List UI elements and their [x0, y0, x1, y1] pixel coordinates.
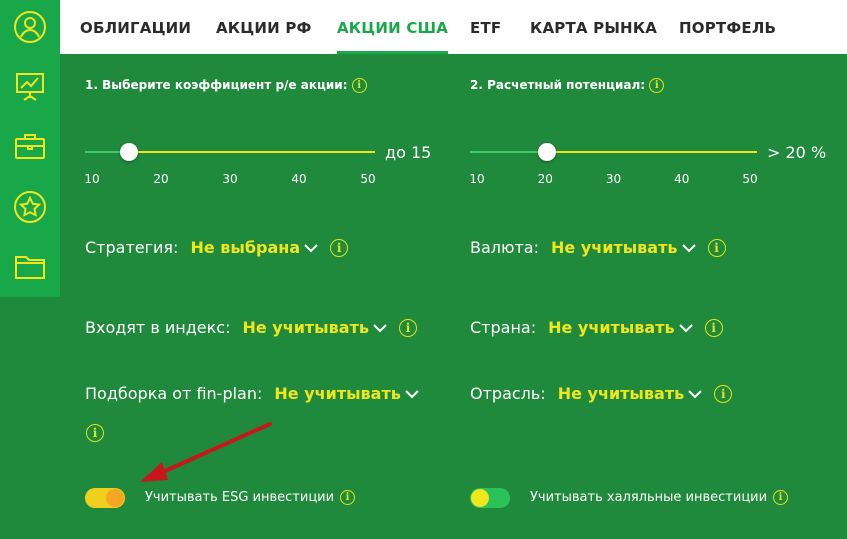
filter-country-dropdown[interactable]: Не учитывать — [548, 318, 675, 337]
tab-market-map[interactable]: КАРТА РЫНКА — [530, 0, 657, 54]
pe-slider-label: 1. Выберите коэффициент p/e акции: i — [85, 78, 367, 93]
chevron-down-icon[interactable] — [373, 323, 387, 333]
info-icon[interactable]: i — [704, 318, 723, 337]
tab-ru-stocks[interactable]: АКЦИИ РФ — [216, 0, 312, 54]
slider-tick-label: 50 — [742, 172, 758, 186]
tab-bonds[interactable]: ОБЛИГАЦИИ — [80, 0, 191, 54]
slider-tick-label: 40 — [291, 172, 307, 186]
chevron-down-icon[interactable] — [678, 323, 693, 333]
filter-strategy-label: Стратегия: — [85, 238, 179, 257]
tab-us-stocks[interactable]: АКЦИИ США — [337, 0, 449, 54]
filter-industry: Отрасль: Не учитывать i — [470, 384, 733, 403]
halal-toggle-text: Учитывать халяльные инвестиции — [530, 490, 768, 505]
filter-currency-label: Валюта: — [470, 238, 539, 257]
slider-tick-label: 40 — [674, 172, 690, 186]
potential-slider-fill — [470, 151, 547, 153]
filter-currency-dropdown[interactable]: Не учитывать — [551, 238, 678, 257]
slider-tick-label: 30 — [605, 172, 622, 186]
chevron-down-icon[interactable] — [304, 243, 318, 253]
slider-tick-label: 30 — [222, 172, 238, 186]
potential-slider-value: > 20 % — [767, 143, 827, 162]
chevron-down-icon[interactable] — [688, 389, 702, 399]
filter-selection: Подборка от fin-plan: Не учитывать — [85, 384, 431, 403]
potential-slider-label-text: 2. Расчетный потенциал: — [470, 78, 646, 92]
tab-etf[interactable]: ETF — [470, 0, 501, 54]
halal-toggle-knob — [471, 489, 489, 507]
briefcase-icon[interactable] — [12, 128, 48, 164]
esg-toggle-text: Учитывать ESG инвестиции — [145, 490, 335, 505]
pe-slider-value: до 15 — [385, 143, 432, 162]
filter-strategy-dropdown[interactable]: Не выбрана — [190, 238, 300, 257]
info-icon[interactable]: i — [707, 238, 726, 257]
annotation-arrow-icon — [140, 422, 272, 482]
filter-country-label: Страна: — [470, 318, 537, 337]
pe-slider-label-text: 1. Выберите коэффициент p/e акции: — [85, 78, 348, 92]
sidebar — [0, 0, 60, 297]
info-icon[interactable]: i — [649, 78, 665, 93]
tab-portfolio[interactable]: ПОРТФЕЛЬ — [679, 0, 776, 54]
slider-tick-label: 20 — [153, 172, 169, 186]
info-icon[interactable]: i — [714, 384, 733, 403]
info-icon[interactable]: i — [86, 424, 104, 442]
info-icon[interactable]: i — [351, 78, 367, 93]
filter-currency: Валюта: Не учитывать i — [470, 238, 726, 257]
user-icon[interactable] — [12, 9, 48, 45]
info-icon[interactable]: i — [773, 490, 789, 505]
slider-tick-label: 10 — [469, 172, 485, 186]
esg-toggle[interactable] — [85, 488, 125, 508]
tab-bar: ОБЛИГАЦИИ АКЦИИ РФ АКЦИИ США ETF КАРТА Р… — [60, 0, 847, 54]
esg-toggle-knob — [106, 489, 124, 507]
filter-industry-label: Отрасль: — [470, 384, 546, 403]
pe-slider-handle[interactable] — [119, 143, 138, 161]
slider-tick-label: 10 — [84, 172, 100, 186]
filter-index: Входят в индекс: Не учитывать i — [85, 318, 417, 337]
halal-toggle[interactable] — [470, 488, 510, 508]
presentation-chart-icon[interactable] — [12, 68, 48, 104]
potential-slider-label: 2. Расчетный потенциал: i — [470, 78, 665, 93]
info-icon[interactable]: i — [330, 238, 349, 257]
chevron-down-icon[interactable] — [681, 243, 696, 253]
info-icon[interactable]: i — [398, 318, 417, 337]
filter-strategy: Стратегия: Не выбрана i — [85, 238, 349, 257]
potential-slider-track[interactable] — [470, 151, 757, 153]
filter-selection-dropdown[interactable]: Не учитывать — [274, 384, 401, 403]
halal-toggle-label: Учитывать халяльные инвестиции i — [530, 490, 789, 505]
slider-tick-label: 20 — [537, 172, 553, 186]
filter-index-dropdown[interactable]: Не учитывать — [242, 318, 369, 337]
esg-toggle-label: Учитывать ESG инвестиции i — [145, 490, 356, 505]
info-icon[interactable]: i — [340, 490, 356, 505]
chevron-down-icon[interactable] — [405, 389, 419, 399]
filter-index-label: Входят в индекс: — [85, 318, 231, 337]
filter-country: Страна: Не учитывать i — [470, 318, 723, 337]
filter-selection-label: Подборка от fin-plan: — [85, 384, 263, 403]
star-icon[interactable] — [12, 189, 48, 225]
slider-tick-label: 50 — [360, 172, 376, 186]
filter-industry-dropdown[interactable]: Не учитывать — [558, 384, 685, 403]
folder-icon[interactable] — [12, 248, 48, 284]
potential-slider-handle[interactable] — [537, 143, 556, 161]
